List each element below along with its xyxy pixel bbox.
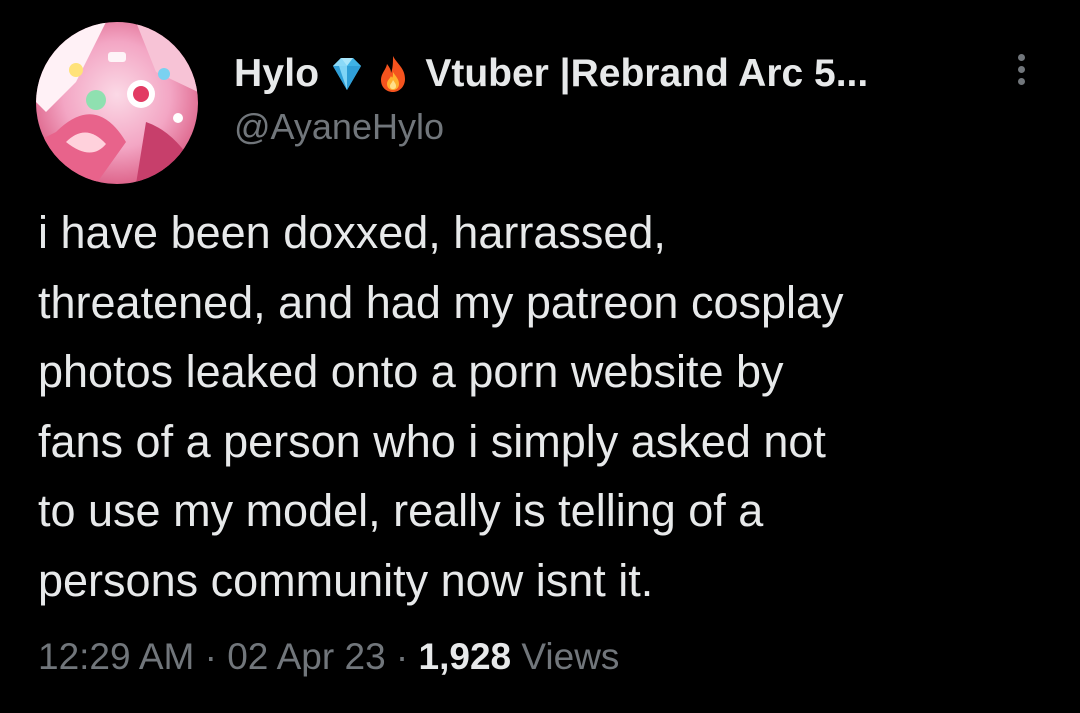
author-display-name[interactable]: Hylo xyxy=(234,52,319,96)
meta-separator: · xyxy=(395,636,419,677)
tweet: Hylo Vtuber |Rebrand Arc 5... @AyaneHylo… xyxy=(0,0,1080,713)
tweet-time[interactable]: 12:29 AM xyxy=(38,636,194,677)
author-handle[interactable]: @AyaneHylo xyxy=(234,106,994,148)
tweet-text-line: threatened, and had my patreon cosplay xyxy=(38,276,844,328)
views-label: Views xyxy=(521,636,620,677)
tweet-text: i have been doxxed, harrassed, threatene… xyxy=(38,198,1048,615)
tweet-text-line: persons community now isnt it. xyxy=(38,554,654,606)
views-count: 1,928 xyxy=(418,636,512,677)
tweet-date[interactable]: 02 Apr 23 xyxy=(227,636,385,677)
vertical-ellipsis-icon xyxy=(1017,65,1025,73)
vertical-ellipsis-icon xyxy=(1017,77,1025,85)
gem-icon xyxy=(325,52,369,96)
tweet-meta: 12:29 AM · 02 Apr 23 · 1,928 Views xyxy=(38,636,619,678)
author-name-row: Hylo Vtuber |Rebrand Arc 5... xyxy=(234,48,994,100)
tweet-text-line: to use my model, really is telling of a xyxy=(38,485,764,536)
meta-separator: · xyxy=(204,636,228,677)
tweet-text-line: fans of a person who i simply asked not xyxy=(38,415,826,467)
tweet-text-line: i have been doxxed, harrassed, xyxy=(38,207,666,258)
author-bio-name[interactable]: Vtuber |Rebrand Arc 5... xyxy=(425,52,868,96)
tweet-header: Hylo Vtuber |Rebrand Arc 5... @AyaneHylo xyxy=(234,48,994,148)
avatar[interactable] xyxy=(36,22,198,184)
avatar-image xyxy=(36,22,198,184)
more-options-button[interactable] xyxy=(1006,46,1036,92)
vertical-ellipsis-icon xyxy=(1017,53,1025,61)
tweet-text-line: photos leaked onto a porn website by xyxy=(38,346,784,397)
fire-icon xyxy=(371,52,415,96)
